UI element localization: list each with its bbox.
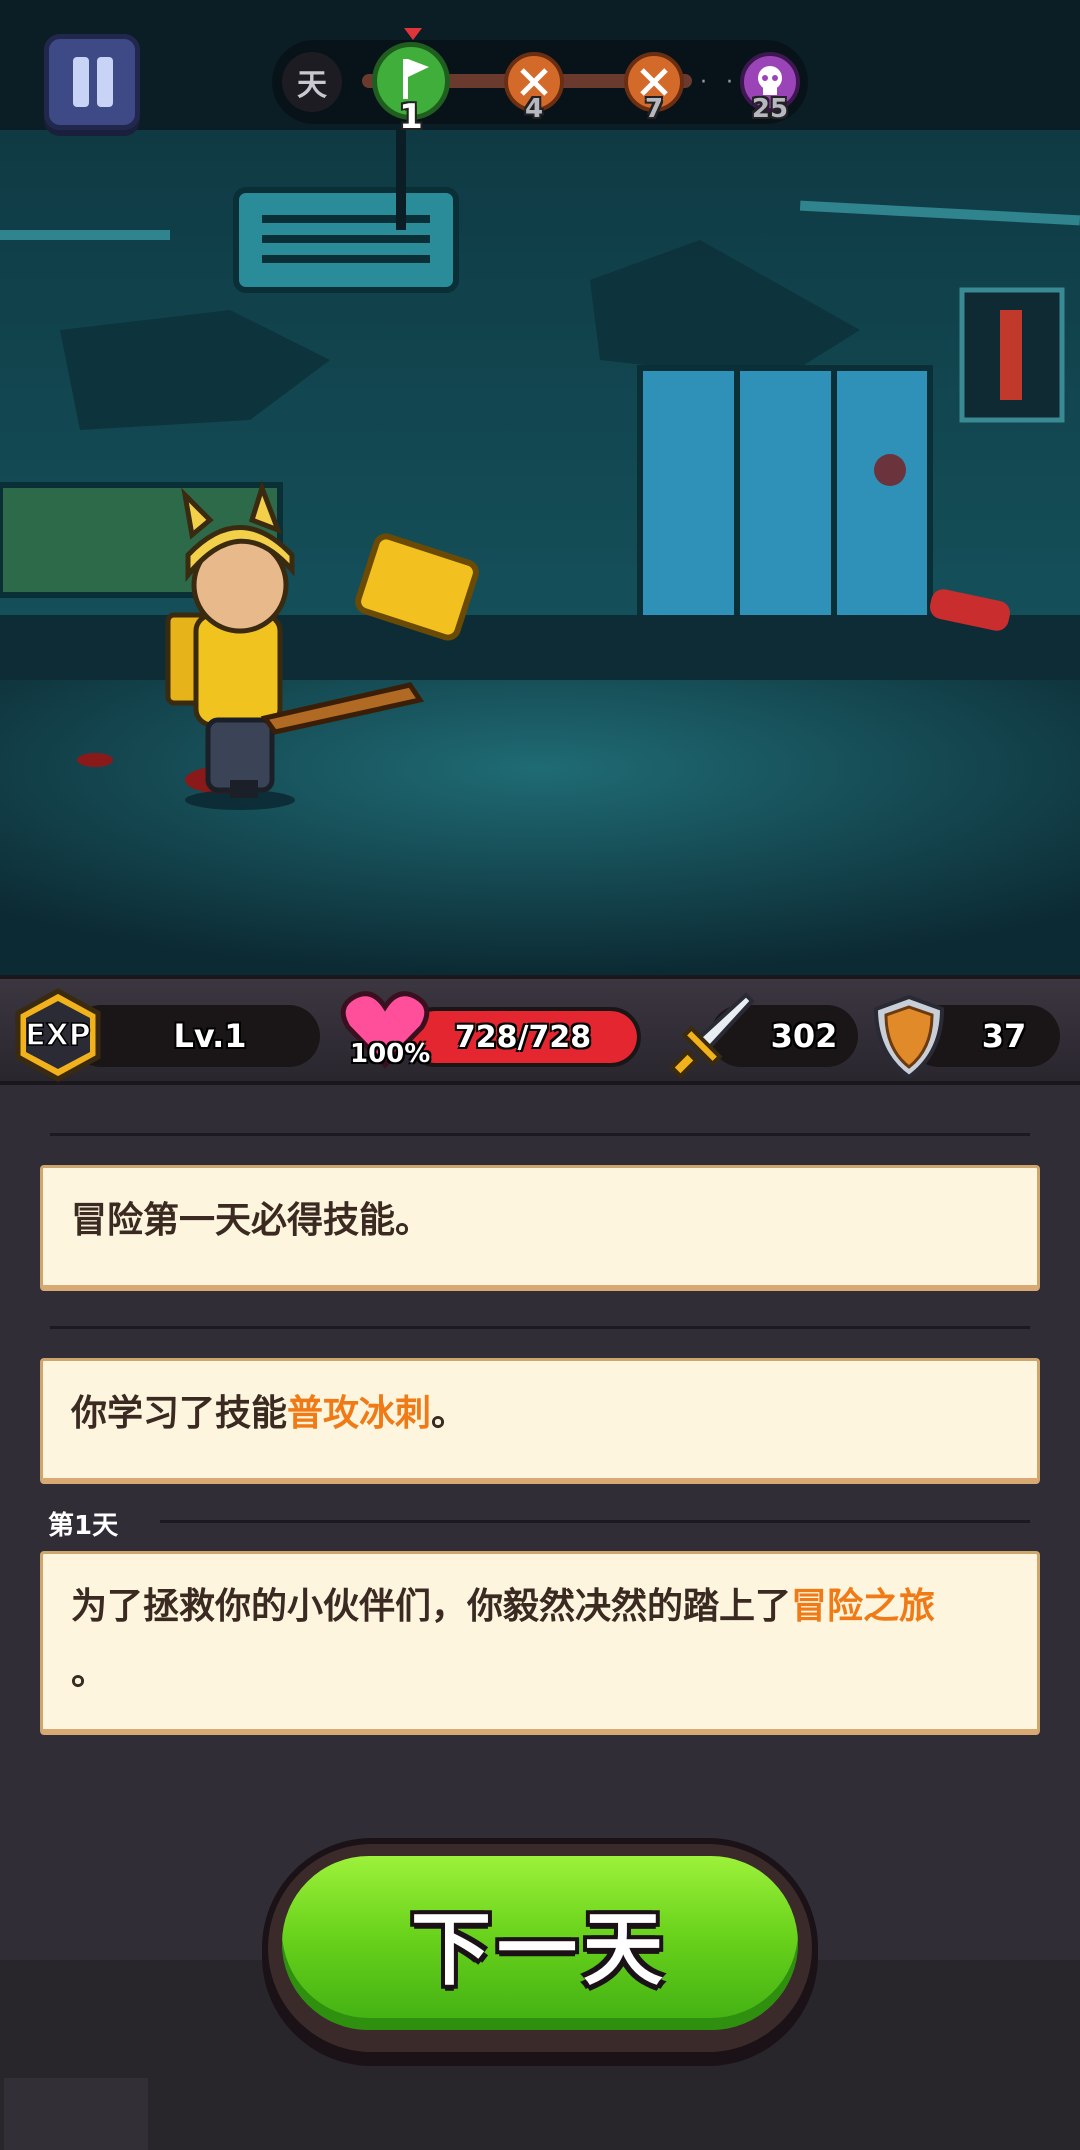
stage-node-boss: 25: [740, 52, 800, 124]
log-entry-text: 为了拯救你的小伙伴们，你毅然决然的踏上了: [71, 1586, 792, 1627]
stage-node-fight: 7: [624, 52, 684, 124]
hp-value: 728/728: [454, 1019, 592, 1055]
stage-number: 25: [751, 94, 789, 124]
pause-icon-right-bar: [97, 57, 113, 107]
log-divider: [160, 1520, 1030, 1523]
current-position-marker: [404, 28, 422, 40]
game-scene: 天 1 4 7 · · · 25: [0, 0, 1080, 975]
exp-badge-label: EXP: [25, 1018, 91, 1053]
stage-number: 7: [644, 94, 664, 124]
player-stats-bar: Lv.1 EXP 728/728 100% 302 37: [0, 975, 1080, 1085]
corner-panel: [4, 2078, 148, 2150]
adventure-highlight: 冒险之旅: [791, 1586, 936, 1627]
pause-icon-left-bar: [73, 57, 89, 107]
next-day-button-label: 下一天: [411, 1903, 669, 1996]
level-text: Lv.1: [173, 1017, 247, 1055]
next-day-button-face: 下一天: [282, 1856, 798, 2030]
log-entry: 你学习了技能普攻冰刺。: [40, 1358, 1040, 1484]
log-divider: [50, 1133, 1030, 1136]
log-entry: 为了拯救你的小伙伴们，你毅然决然的踏上了冒险之旅。: [40, 1551, 1040, 1735]
level-display: Lv.1: [70, 1005, 320, 1067]
log-entry-text: 冒险第一天必得技能。: [71, 1200, 432, 1241]
scene-background: [0, 0, 1080, 975]
stage-node-start: 1: [372, 42, 450, 137]
log-divider: [50, 1326, 1030, 1329]
hp-percent: 100%: [350, 1039, 431, 1069]
attack-value: 302: [770, 1017, 838, 1055]
day-label: 第1天: [48, 1511, 119, 1541]
pause-button[interactable]: [44, 34, 140, 130]
stage-number: 1: [399, 97, 423, 137]
defense-value: 37: [981, 1017, 1027, 1055]
log-entry-text: 。: [431, 1393, 468, 1434]
hp-bar: 728/728: [405, 1007, 641, 1067]
log-entry-text: 。: [71, 1652, 108, 1693]
day-progress-track: 天 1 4 7 · · · 25: [272, 28, 808, 137]
stage-node-fight: 4: [504, 52, 564, 124]
skill-name-highlight: 普攻冰刺: [287, 1393, 432, 1434]
stage-number: 4: [524, 94, 544, 124]
log-entry-text: 你学习了技能: [71, 1393, 288, 1434]
shield-icon: [873, 994, 945, 1080]
exp-badge-icon: EXP: [15, 988, 101, 1082]
sword-icon: [669, 992, 755, 1079]
next-day-button[interactable]: 下一天: [262, 1838, 818, 2058]
log-entry: 冒险第一天必得技能。: [40, 1165, 1040, 1291]
day-tag: 天: [282, 52, 342, 112]
